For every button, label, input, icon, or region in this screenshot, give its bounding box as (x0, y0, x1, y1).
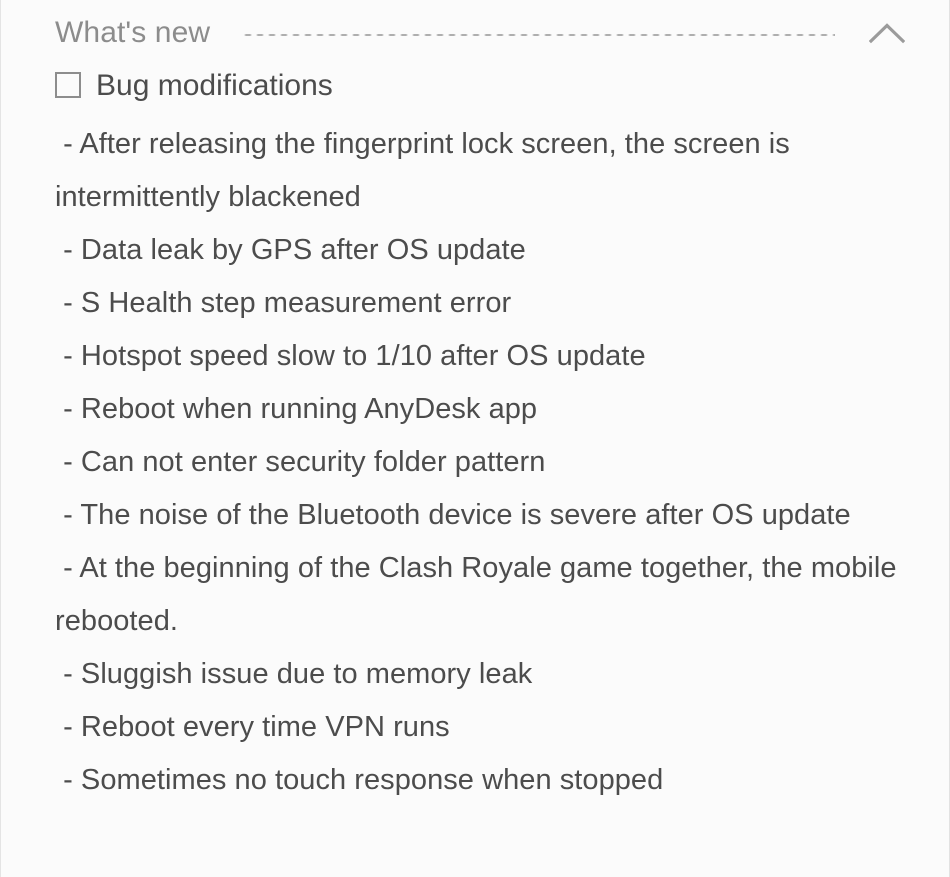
whats-new-section-header[interactable]: What's new (1, 0, 949, 66)
page-title: What's new (55, 16, 211, 49)
whats-new-section-body: Bug modifications - After releasing the … (1, 66, 949, 807)
dotted-divider (242, 33, 835, 37)
changelog-heading-row: Bug modifications (55, 66, 901, 106)
changelog-body-text: - After releasing the fingerprint lock s… (55, 128, 897, 796)
changelog-heading: Bug modifications (96, 69, 333, 102)
collapse-section-button[interactable] (861, 7, 913, 59)
chevron-up-icon (869, 22, 905, 44)
unchecked-checkbox-icon (55, 72, 81, 98)
whats-new-card: What's new Bug modifications - After rel… (0, 0, 950, 877)
